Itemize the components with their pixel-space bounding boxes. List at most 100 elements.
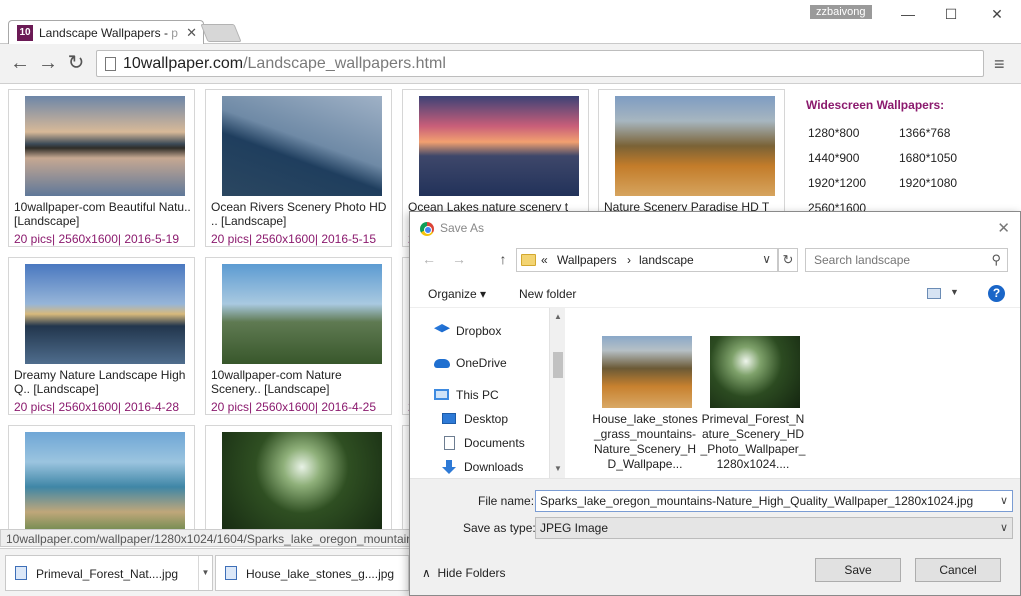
folder-search-input[interactable] <box>806 249 986 271</box>
chevron-down-icon[interactable]: ∨ <box>1000 521 1008 534</box>
resolution-link[interactable]: 1280*800 <box>808 126 859 140</box>
breadcrumb-overflow[interactable]: « <box>541 253 548 267</box>
download-item[interactable]: Primeval_Forest_Nat....jpg ▼ <box>5 555 213 591</box>
back-arrow-icon[interactable]: ← <box>420 251 438 267</box>
breadcrumb-wallpapers[interactable]: Wallpapers <box>557 253 617 267</box>
address-bar[interactable]: 10wallpaper.com/Landscape_wallpapers.htm… <box>96 50 984 77</box>
site-favicon-icon: 10 <box>17 25 33 41</box>
resolution-link[interactable]: 1440*900 <box>808 151 859 165</box>
chrome-icon <box>420 222 434 236</box>
card-meta: 20 pics| 2560x1600| 2016-4-28 <box>14 400 180 414</box>
back-arrow-icon[interactable]: ← <box>8 52 32 74</box>
dialog-footer: ∧ Hide Folders Save Cancel <box>410 548 1020 595</box>
forward-arrow-icon[interactable]: → <box>36 52 60 74</box>
dialog-navigation-bar: ← → ↑ « Wallpapers › landscape ∨ ↻ ⚲ <box>410 244 1020 276</box>
downloads-icon <box>442 460 456 474</box>
scroll-up-icon[interactable]: ▲ <box>550 312 566 321</box>
up-arrow-icon[interactable]: ↑ <box>494 251 512 267</box>
cancel-button[interactable]: Cancel <box>915 558 1001 582</box>
organize-menu-button[interactable]: Organize ▾ <box>428 287 486 301</box>
resolution-link[interactable]: 1680*1050 <box>899 151 957 165</box>
scroll-down-icon[interactable]: ▼ <box>550 464 566 473</box>
browser-menu-icon[interactable]: ≡ <box>994 54 1005 75</box>
wallpaper-card[interactable]: 10wallpaper-com Beautiful Natu.. [Landsc… <box>8 89 195 247</box>
desktop-icon <box>442 413 456 424</box>
card-title[interactable]: 10wallpaper-com Beautiful Natu.. [Landsc… <box>14 200 194 228</box>
view-options-caret-icon[interactable]: ▼ <box>950 287 959 297</box>
wallpaper-card[interactable] <box>205 425 392 534</box>
save-as-dialog: Save As ✕ ← → ↑ « Wallpapers › landscape… <box>409 211 1021 596</box>
refresh-icon[interactable]: ↻ <box>778 248 798 272</box>
tab-title: Landscape Wallpapers - p <box>39 26 178 40</box>
wallpaper-thumbnail[interactable] <box>222 264 382 364</box>
reload-icon[interactable]: ↻ <box>64 52 88 74</box>
wallpaper-card[interactable]: Dreamy Nature Landscape High Q.. [Landsc… <box>8 257 195 415</box>
dialog-title: Save As <box>440 221 485 235</box>
download-menu-caret-icon[interactable]: ▼ <box>198 556 212 590</box>
wallpaper-thumbnail[interactable] <box>222 96 382 196</box>
card-title[interactable]: Ocean Rivers Scenery Photo HD .. [Landsc… <box>211 200 391 228</box>
change-view-icon[interactable] <box>927 288 941 299</box>
forward-arrow-icon[interactable]: → <box>450 251 468 267</box>
chevron-down-icon[interactable]: ∨ <box>762 252 771 266</box>
file-name: Primeval_Forest_Nature_Scenery_HD_Photo_… <box>700 412 806 471</box>
card-meta: 20 pics| 2560x1600| 2016-5-15 <box>211 232 377 246</box>
file-name-input[interactable] <box>536 491 992 511</box>
dialog-close-icon[interactable]: ✕ <box>997 219 1010 237</box>
dialog-command-bar: Organize ▾ New folder ▼ ? <box>410 280 1020 308</box>
file-thumbnail <box>602 336 692 408</box>
navigation-scrollbar[interactable]: ▲ ▼ <box>549 308 565 478</box>
dialog-titlebar[interactable]: Save As ✕ <box>410 212 1020 244</box>
card-title[interactable]: Dreamy Nature Landscape High Q.. [Landsc… <box>14 368 194 396</box>
wallpaper-thumbnail[interactable] <box>419 96 579 196</box>
window-close-icon[interactable]: ✕ <box>987 6 1007 23</box>
minimize-icon[interactable]: — <box>898 6 918 22</box>
wallpaper-card[interactable]: Ocean Rivers Scenery Photo HD .. [Landsc… <box>205 89 392 247</box>
address-url: 10wallpaper.com/Landscape_wallpapers.htm… <box>123 55 446 72</box>
hide-folders-toggle[interactable]: ∧ Hide Folders <box>422 566 506 580</box>
wallpaper-thumbnail[interactable] <box>25 264 185 364</box>
card-meta: 20 pics| 2560x1600| 2016-4-25 <box>211 400 377 414</box>
folder-search-box[interactable]: ⚲ <box>805 248 1008 272</box>
resolution-sidebar: Widescreen Wallpapers: 1280*800 1366*768… <box>806 98 1006 215</box>
download-item[interactable]: House_lake_stones_g....jpg ▼ <box>215 555 423 591</box>
wallpaper-card[interactable]: 10wallpaper-com Nature Scenery.. [Landsc… <box>205 257 392 415</box>
tab-landscape-wallpapers[interactable]: 10 Landscape Wallpapers - p ✕ <box>8 20 204 44</box>
save-button[interactable]: Save <box>815 558 901 582</box>
user-profile-badge[interactable]: zzbaivong <box>810 5 872 19</box>
wallpaper-thumbnail[interactable] <box>615 96 775 196</box>
image-file-icon <box>15 566 27 580</box>
documents-icon <box>444 436 455 450</box>
save-as-type-select[interactable]: JPEG Image ∨ <box>535 517 1013 539</box>
file-name-field[interactable]: ∨ <box>535 490 1013 512</box>
page-icon <box>105 57 116 71</box>
file-item[interactable]: Primeval_Forest_Nature_Scenery_HD_Photo_… <box>698 336 806 476</box>
new-folder-button[interactable]: New folder <box>519 287 576 301</box>
download-file-name: House_lake_stones_g....jpg <box>246 567 395 581</box>
search-icon[interactable]: ⚲ <box>991 252 1001 268</box>
resolution-link[interactable]: 1920*1080 <box>899 176 957 190</box>
wallpaper-card[interactable] <box>8 425 195 534</box>
file-item[interactable]: House_lake_stones_grass_mountains-Nature… <box>590 336 698 476</box>
dropbox-icon <box>434 324 450 333</box>
scrollbar-thumb[interactable] <box>553 352 563 378</box>
tab-close-icon[interactable]: ✕ <box>186 25 197 41</box>
save-as-type-value: JPEG Image <box>540 521 609 535</box>
chevron-down-icon[interactable]: ∨ <box>1000 494 1008 507</box>
maximize-icon[interactable]: ☐ <box>941 6 961 23</box>
wallpaper-thumbnail[interactable] <box>25 432 185 532</box>
wallpaper-thumbnail[interactable] <box>25 96 185 196</box>
breadcrumb-landscape[interactable]: landscape <box>639 253 694 267</box>
resolution-heading: Widescreen Wallpapers: <box>806 98 945 112</box>
file-name: House_lake_stones_grass_mountains-Nature… <box>592 412 698 471</box>
resolution-link[interactable]: 1366*768 <box>899 126 950 140</box>
card-meta: 20 pics| 2560x1600| 2016-5-19 <box>14 232 180 246</box>
resolution-link[interactable]: 1920*1200 <box>808 176 866 190</box>
new-tab-button[interactable] <box>200 24 242 42</box>
folder-address-bar[interactable]: « Wallpapers › landscape ∨ <box>516 248 778 272</box>
browser-titlebar: 10 Landscape Wallpapers - p ✕ zzbaivong … <box>0 0 1021 44</box>
help-icon[interactable]: ? <box>988 285 1005 302</box>
breadcrumb-separator: › <box>627 253 631 267</box>
wallpaper-thumbnail[interactable] <box>222 432 382 532</box>
card-title[interactable]: 10wallpaper-com Nature Scenery.. [Landsc… <box>211 368 391 396</box>
